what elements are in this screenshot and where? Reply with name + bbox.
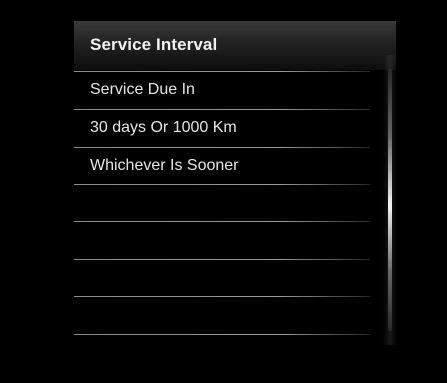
service-interval-panel: Service Interval Service Due In 30 days … bbox=[74, 21, 398, 345]
list-item-label: Service Due In bbox=[90, 81, 195, 98]
page-title: Service Interval bbox=[90, 35, 218, 54]
scrollbar-thumb[interactable] bbox=[388, 69, 392, 331]
list-item-label: Whichever Is Sooner bbox=[90, 157, 239, 174]
list-item-label: 30 days Or 1000 Km bbox=[90, 119, 237, 136]
divider bbox=[74, 334, 370, 335]
list-item[interactable] bbox=[74, 185, 370, 222]
list-item[interactable] bbox=[74, 222, 370, 259]
list-item[interactable] bbox=[74, 260, 370, 297]
list-item[interactable]: Whichever Is Sooner bbox=[74, 148, 370, 185]
display-screen: Service Interval Service Due In 30 days … bbox=[0, 0, 447, 383]
scrollbar[interactable] bbox=[383, 55, 397, 345]
panel-header: Service Interval bbox=[74, 21, 396, 70]
list-item[interactable]: 30 days Or 1000 Km bbox=[74, 110, 370, 147]
list-item[interactable] bbox=[74, 297, 370, 334]
list-item[interactable]: Service Due In bbox=[74, 72, 370, 109]
